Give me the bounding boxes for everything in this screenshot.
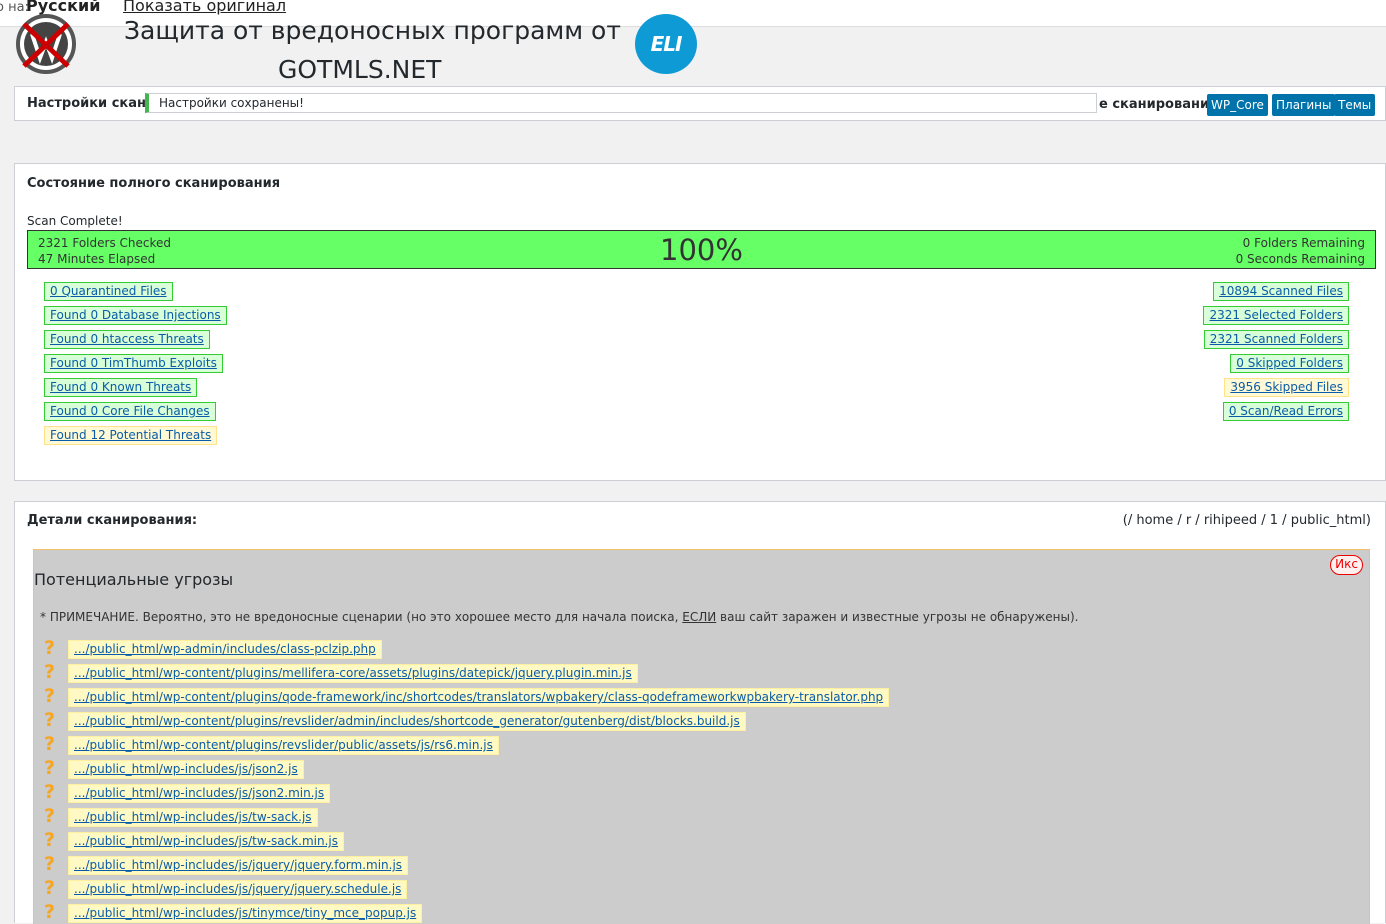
potential-threats-note: * ПРИМЕЧАНИЕ. Вероятно, это не вредоносн… — [40, 610, 1079, 624]
threat-file-link[interactable]: .../public_html/wp-includes/js/tw-sack.m… — [68, 832, 344, 851]
question-mark-icon: ? — [44, 901, 56, 923]
threat-file-link[interactable]: .../public_html/wp-includes/js/jquery/jq… — [68, 856, 409, 875]
threat-file-link[interactable]: .../public_html/wp-includes/js/json2.js — [68, 760, 304, 779]
close-button[interactable]: Икс — [1330, 555, 1363, 575]
question-mark-icon: ? — [44, 781, 56, 803]
scan-themes-button[interactable]: Темы — [1334, 94, 1376, 116]
stat-database-injections[interactable]: Found 0 Database Injections — [44, 306, 227, 325]
question-mark-icon: ? — [44, 685, 56, 707]
gotmls-logo-icon — [16, 14, 76, 74]
question-mark-icon: ? — [44, 709, 56, 731]
stat-skipped-files[interactable]: 3956 Skipped Files — [1224, 378, 1349, 397]
scan-details-title: Детали сканирования: — [27, 513, 198, 528]
scan-wp-core-button[interactable]: WP_Core — [1207, 94, 1268, 116]
settings-label: Настройки сканир — [27, 96, 165, 111]
question-mark-icon: ? — [44, 829, 56, 851]
stat-known-threats[interactable]: Found 0 Known Threats — [44, 378, 198, 397]
threat-file-link[interactable]: .../public_html/wp-includes/js/json2.min… — [68, 784, 331, 803]
scan-plugins-button[interactable]: Плагины — [1272, 94, 1336, 116]
question-mark-icon: ? — [44, 733, 56, 755]
stat-scanned-folders[interactable]: 2321 Scanned Folders — [1203, 330, 1349, 349]
scan-path: (/ home / r / rihipeed / 1 / public_html… — [1122, 513, 1371, 528]
threat-file-link[interactable]: .../public_html/wp-admin/includes/class-… — [68, 640, 382, 659]
question-mark-icon: ? — [44, 637, 56, 659]
partner-logo: ELI — [635, 14, 697, 74]
quick-scan-label: е сканирование: — [1099, 97, 1224, 112]
threat-file-link[interactable]: .../public_html/wp-includes/js/jquery/jq… — [68, 880, 408, 899]
seconds-remaining: 0 Seconds Remaining — [1235, 252, 1365, 266]
question-mark-icon: ? — [44, 805, 56, 827]
settings-bar: Настройки сканир Настройки сохранены! е … — [14, 86, 1386, 121]
threat-file-link[interactable]: .../public_html/wp-includes/js/tw-sack.j… — [68, 808, 318, 827]
scan-status-panel: Состояние полного сканирования Scan Comp… — [14, 163, 1386, 481]
scan-complete-label: Scan Complete! — [27, 214, 123, 228]
threat-file-link[interactable]: .../public_html/wp-content/plugins/revsl… — [68, 712, 746, 731]
stat-timthumb-exploits[interactable]: Found 0 TimThumb Exploits — [44, 354, 223, 373]
stat-selected-folders[interactable]: 2321 Selected Folders — [1203, 306, 1349, 325]
progress-percent: 100% — [660, 233, 743, 267]
question-mark-icon: ? — [44, 661, 56, 683]
question-mark-icon: ? — [44, 877, 56, 899]
stat-scan-read-errors[interactable]: 0 Scan/Read Errors — [1222, 402, 1349, 421]
threat-file-link[interactable]: .../public_html/wp-content/plugins/melli… — [68, 664, 638, 683]
progress-right-stats: 0 Folders Remaining 0 Seconds Remaining — [1236, 235, 1365, 267]
threat-file-link[interactable]: .../public_html/wp-content/plugins/qode-… — [68, 688, 890, 707]
settings-saved-notice: Настройки сохранены! — [145, 93, 1097, 113]
scan-details-panel: Детали сканирования: (/ home / r / rihip… — [14, 501, 1386, 924]
stat-htaccess-threats[interactable]: Found 0 htaccess Threats — [44, 330, 210, 349]
show-original-link[interactable]: Показать оригинал — [123, 0, 286, 15]
potential-threats-box: Потенциальные угрозы Икс * ПРИМЕЧАНИЕ. В… — [33, 549, 1370, 924]
question-mark-icon: ? — [44, 757, 56, 779]
stat-quarantined-files[interactable]: 0 Quarantined Files — [44, 282, 173, 301]
folders-remaining: 0 Folders Remaining — [1242, 236, 1365, 250]
potential-threats-title: Потенциальные угрозы — [34, 570, 234, 589]
stat-core-file-changes[interactable]: Found 0 Core File Changes — [44, 402, 216, 421]
scan-progress-bar: 2321 Folders Checked 47 Minutes Elapsed … — [27, 230, 1376, 269]
scan-status-title: Состояние полного сканирования — [27, 176, 281, 191]
threat-file-link[interactable]: .../public_html/wp-includes/js/tinymce/t… — [68, 904, 423, 923]
stat-potential-threats[interactable]: Found 12 Potential Threats — [44, 426, 218, 445]
stat-skipped-folders[interactable]: 0 Skipped Folders — [1230, 354, 1349, 373]
page-title: Защита от вредоносных программ от — [124, 16, 621, 45]
stat-scanned-files[interactable]: 10894 Scanned Files — [1213, 282, 1349, 301]
question-mark-icon: ? — [44, 853, 56, 875]
threat-file-link[interactable]: .../public_html/wp-content/plugins/revsl… — [68, 736, 499, 755]
page-title-brand: GOTMLS.NET — [278, 55, 442, 84]
